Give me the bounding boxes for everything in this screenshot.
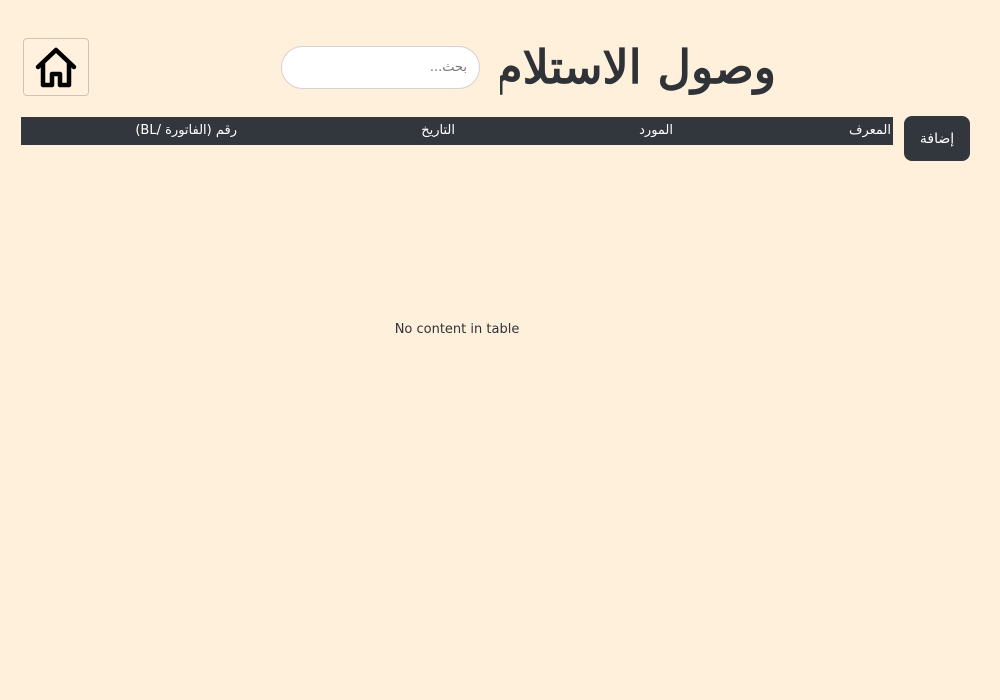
empty-table-message: No content in table <box>394 322 520 337</box>
page-title: وصول الاستلام <box>500 40 776 94</box>
home-icon <box>34 45 78 89</box>
home-button[interactable] <box>23 38 89 96</box>
column-header-supplier[interactable]: المورد <box>639 117 673 145</box>
column-header-invoice[interactable]: رقم (الفاتورة /BL) <box>135 117 237 145</box>
search-input[interactable] <box>281 46 480 89</box>
table-header: المعرف المورد التاريخ رقم (الفاتورة /BL) <box>21 117 893 145</box>
column-header-id[interactable]: المعرف <box>849 117 891 145</box>
add-button[interactable]: إضافة <box>904 116 970 161</box>
column-header-date[interactable]: التاريخ <box>421 117 455 145</box>
